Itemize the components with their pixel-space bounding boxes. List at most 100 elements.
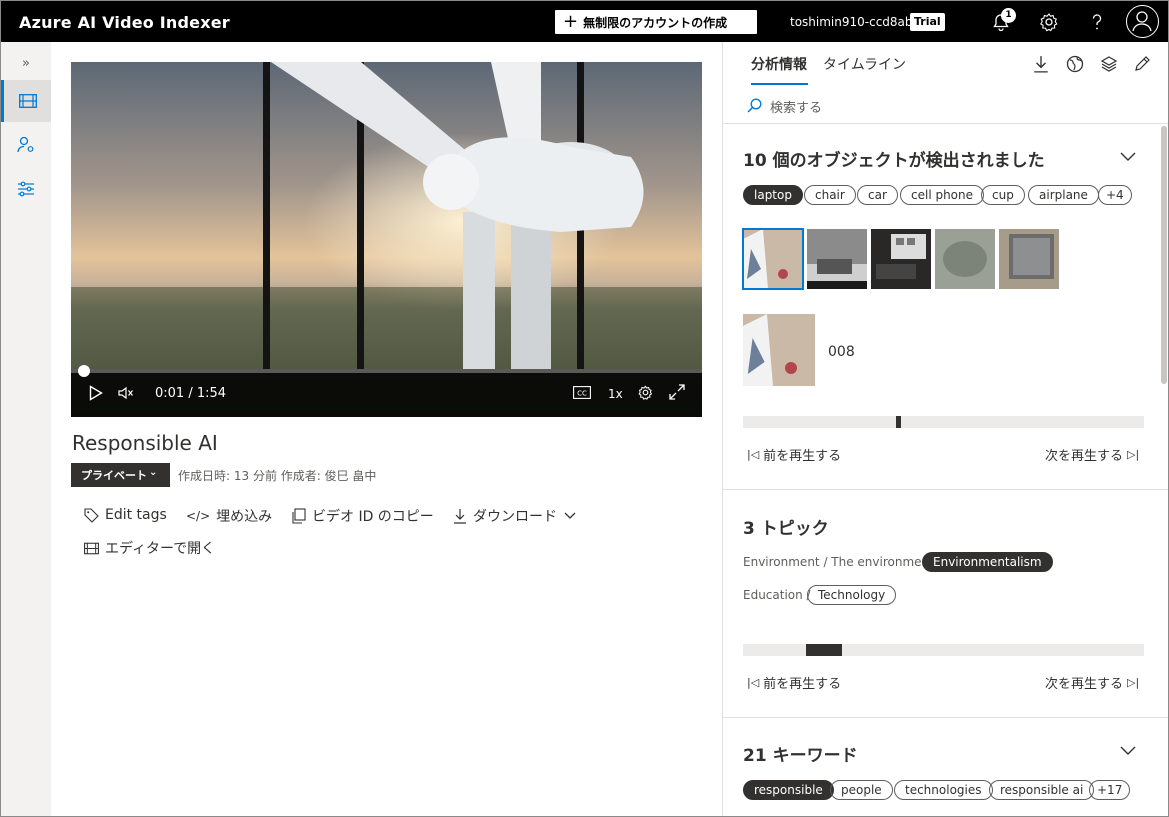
object-instance-thumbnail[interactable] <box>742 228 804 290</box>
app-window: Azure AI Video Indexer + 無制限のアカウントの作成 to… <box>0 0 1169 817</box>
laptop-thumbnail-image <box>871 229 931 289</box>
create-unlimited-account-button[interactable]: + 無制限のアカウントの作成 <box>555 10 757 34</box>
object-tag-chip[interactable]: cup <box>981 185 1025 205</box>
embed-button[interactable]: </> 埋め込み <box>186 506 272 526</box>
collapse-objects-chevron-icon[interactable] <box>1119 148 1137 166</box>
user-avatar[interactable] <box>1126 5 1159 38</box>
download-icon <box>454 509 466 524</box>
laptop-thumbnail-image <box>743 229 803 289</box>
person-icon <box>1132 11 1152 32</box>
tab-timeline[interactable]: タイムライン <box>823 54 906 74</box>
keyword-chip[interactable]: responsible ai <box>989 780 1095 800</box>
objects-timeline-track[interactable] <box>743 416 1144 428</box>
svg-text:CC: CC <box>577 389 587 397</box>
settings-gear-icon[interactable] <box>1038 11 1060 33</box>
topic-chip-environmentalism[interactable]: Environmentalism <box>922 552 1053 572</box>
keywords-section-title: 21 キーワード <box>743 746 858 766</box>
play-icon[interactable] <box>89 385 103 401</box>
player-controls: 0:01 / 1:54 CC 1x <box>71 365 702 417</box>
panel-scrollbar[interactable] <box>1161 126 1167 384</box>
more-object-tags-chip[interactable]: +4 <box>1098 185 1132 205</box>
play-next-label: 次を再生する <box>1045 677 1124 692</box>
download-insights-icon[interactable] <box>1033 55 1049 73</box>
film-icon <box>84 542 99 554</box>
timeline-occurrence-marker[interactable] <box>806 644 842 656</box>
section-divider <box>723 717 1168 718</box>
play-next-label: 次を再生する <box>1045 449 1124 464</box>
rail-item-people[interactable] <box>1 124 51 166</box>
object-tag-chip[interactable]: car <box>857 185 898 205</box>
open-in-editor-button[interactable]: エディターで開く <box>84 538 215 558</box>
skip-next-icon: ▷| <box>1127 676 1140 689</box>
search-placeholder: 検索する <box>770 101 823 116</box>
topics-play-previous-button[interactable]: |◁ 前を再生する <box>747 673 841 692</box>
object-tag-chip[interactable]: cell phone <box>900 185 985 205</box>
objects-play-next-button[interactable]: 次を再生する ▷| <box>1045 445 1139 464</box>
skip-previous-icon: |◁ <box>747 676 760 689</box>
object-instance-thumbnail[interactable] <box>999 229 1059 289</box>
open-editor-label: エディターで開く <box>105 541 216 557</box>
double-chevron-right-icon: » <box>22 55 30 71</box>
sliders-icon <box>18 181 34 197</box>
object-instance-thumbnail[interactable] <box>871 229 931 289</box>
play-previous-label: 前を再生する <box>763 449 842 464</box>
download-dropdown[interactable]: ダウンロード <box>453 506 577 526</box>
edit-tags-label: Edit tags <box>105 507 167 523</box>
instance-label: 008 <box>828 344 855 360</box>
left-navigation-rail: » <box>1 42 51 816</box>
mute-icon[interactable] <box>118 386 134 400</box>
video-title: Responsible AI <box>72 431 218 455</box>
closed-captions-icon[interactable]: CC <box>573 386 591 399</box>
objects-section-title: 10 個のオブジェクトが検出されました <box>743 151 1045 171</box>
tab-insights[interactable]: 分析情報 <box>751 54 807 74</box>
selected-instance-preview <box>743 314 815 386</box>
topics-timeline-track[interactable] <box>743 644 1144 656</box>
chevron-down-icon: ⌄ <box>149 467 158 478</box>
topic-chip-technology[interactable]: Technology <box>807 585 897 605</box>
object-tag-chip[interactable]: airplane <box>1028 185 1099 205</box>
object-instance-thumbnail[interactable] <box>935 229 995 289</box>
playback-speed[interactable]: 1x <box>608 387 623 401</box>
keyword-chip[interactable]: people <box>830 780 893 800</box>
download-label: ダウンロード <box>473 509 557 525</box>
notification-count-badge: 1 <box>1001 8 1016 23</box>
keyword-chip[interactable]: technologies <box>894 780 993 800</box>
collapse-keywords-chevron-icon[interactable] <box>1119 742 1137 760</box>
copy-video-id-button[interactable]: ビデオ ID のコピー <box>291 506 434 526</box>
edit-tags-button[interactable]: Edit tags <box>84 507 167 523</box>
video-player[interactable]: 0:01 / 1:54 CC 1x <box>71 62 702 417</box>
fullscreen-icon[interactable] <box>669 384 685 400</box>
play-previous-label: 前を再生する <box>763 677 842 692</box>
account-name[interactable]: toshimin910-ccd8ab <box>790 15 913 29</box>
keyword-chip[interactable]: responsible <box>743 780 834 800</box>
object-instance-thumbnail[interactable] <box>807 229 867 289</box>
timeline-occurrence-marker[interactable] <box>896 416 901 428</box>
embed-label: 埋め込み <box>216 509 273 525</box>
rail-item-customization[interactable] <box>1 168 51 210</box>
copy-icon <box>292 508 306 524</box>
expand-rail-button[interactable]: » <box>1 42 51 84</box>
edit-pencil-icon[interactable] <box>1133 55 1151 73</box>
rail-item-library[interactable] <box>1 80 51 122</box>
chevron-down-icon <box>564 512 576 519</box>
more-keywords-chip[interactable]: +17 <box>1089 780 1131 800</box>
topics-section-title: 3 トピック <box>743 519 829 539</box>
object-tag-chip[interactable]: chair <box>804 185 856 205</box>
active-tab-indicator <box>751 83 808 85</box>
insights-panel: 分析情報 タイムライン 検索する 10 個のオブジェクトが検出されました lap… <box>722 42 1168 816</box>
topics-play-next-button[interactable]: 次を再生する ▷| <box>1045 673 1139 692</box>
objects-play-previous-button[interactable]: |◁ 前を再生する <box>747 445 841 464</box>
app-title: Azure AI Video Indexer <box>19 13 230 32</box>
player-settings-icon[interactable] <box>637 384 654 401</box>
layers-icon[interactable] <box>1100 55 1118 73</box>
video-frame-wind-turbine <box>71 62 702 417</box>
help-icon[interactable] <box>1086 11 1108 33</box>
skip-next-icon: ▷| <box>1127 448 1140 461</box>
progress-scrubber-handle[interactable] <box>78 365 90 377</box>
globe-language-icon[interactable] <box>1066 55 1084 73</box>
privacy-dropdown[interactable]: プライベート ⌄ <box>71 463 170 487</box>
object-tag-chip[interactable]: laptop <box>743 185 803 205</box>
playback-progress-bar[interactable] <box>71 365 702 377</box>
insights-search[interactable]: 検索する <box>723 86 1168 124</box>
tag-icon <box>84 507 99 523</box>
